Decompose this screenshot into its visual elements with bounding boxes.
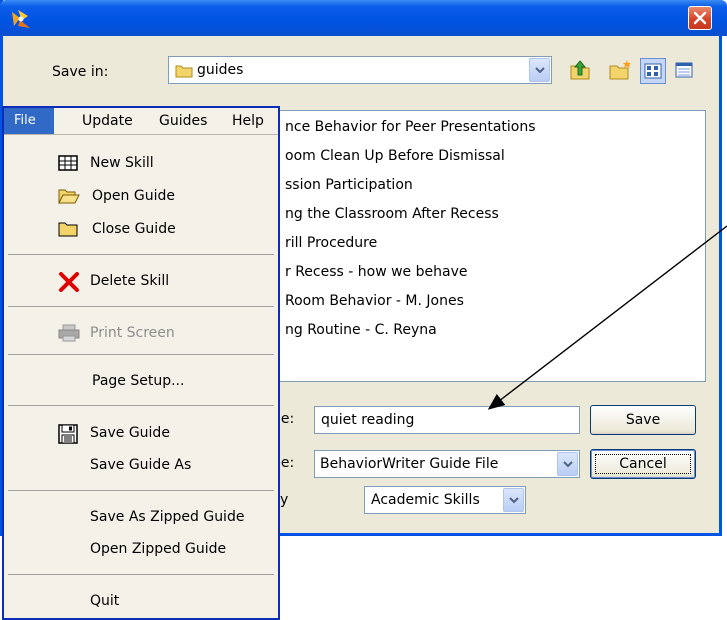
close-button[interactable] (688, 6, 712, 30)
list-item[interactable]: oom Clean Up Before Dismissal (285, 148, 505, 164)
menu-item-save-guide-as[interactable]: Save Guide As (4, 450, 278, 482)
menu-bar: File Update Guides Help (4, 108, 278, 135)
menu-item-open-zipped-guide[interactable]: Open Zipped Guide (4, 534, 278, 566)
red-x-icon (58, 272, 80, 296)
title-bar[interactable] (0, 0, 727, 36)
menu-item-label: Save Guide (90, 425, 170, 441)
list-item[interactable]: nce Behavior for Peer Presentations (285, 119, 536, 135)
list-item[interactable]: ssion Participation (285, 177, 413, 193)
menu-item-print-screen: Print Screen (4, 318, 278, 350)
menu-item-label: Save As Zipped Guide (90, 509, 245, 525)
new-folder-icon[interactable] (608, 58, 632, 82)
menu-item-label: Save Guide As (90, 457, 192, 473)
file-name-field[interactable]: quiet reading (314, 406, 580, 434)
menu-item-label: Open Guide (92, 188, 175, 204)
menu-update[interactable]: Update (82, 113, 133, 129)
category-value: Academic Skills (371, 492, 480, 508)
folder-icon (58, 220, 80, 242)
menu-guides[interactable]: Guides (159, 113, 207, 129)
menu-file-label: File (14, 113, 36, 128)
menu-item-save-as-zipped-guide[interactable]: Save As Zipped Guide (4, 502, 278, 534)
menu-item-page-setup[interactable]: Page Setup... (4, 366, 278, 398)
menu-separator (8, 490, 274, 491)
menu-separator (8, 354, 274, 355)
menu-help[interactable]: Help (232, 113, 264, 129)
open-folder-icon (58, 187, 80, 209)
menu-item-label: Print Screen (90, 325, 175, 341)
file-menu: File Update Guides Help New Skill Open G… (2, 106, 280, 620)
save-in-value: guides (197, 62, 244, 78)
menu-separator (8, 405, 274, 406)
menu-separator (8, 574, 274, 575)
cancel-label: Cancel (619, 456, 667, 472)
up-folder-icon[interactable] (568, 58, 592, 82)
list-item[interactable]: rill Procedure (285, 235, 377, 251)
list-view-icon[interactable] (640, 58, 666, 84)
list-item[interactable]: r Recess - how we behave (285, 264, 467, 280)
save-in-label: Save in: (52, 64, 109, 80)
menu-item-close-guide[interactable]: Close Guide (4, 214, 278, 246)
menu-separator (8, 254, 274, 255)
file-type-dropdown[interactable]: BehaviorWriter Guide File (314, 450, 580, 478)
chevron-down-icon[interactable] (557, 452, 578, 476)
list-item[interactable]: ng the Classroom After Recess (285, 206, 499, 222)
chevron-down-icon[interactable] (503, 488, 524, 512)
menu-item-label: Close Guide (92, 221, 176, 237)
category-dropdown[interactable]: Academic Skills (364, 486, 526, 514)
menu-item-new-skill[interactable]: New Skill (4, 148, 278, 180)
menu-separator (8, 306, 274, 307)
file-type-value: BehaviorWriter Guide File (320, 456, 499, 472)
table-icon (58, 154, 78, 176)
save-button[interactable]: Save (590, 405, 696, 435)
printer-icon (58, 324, 80, 346)
menu-item-open-guide[interactable]: Open Guide (4, 181, 278, 213)
menu-file[interactable]: File (4, 108, 54, 134)
cancel-button[interactable]: Cancel (590, 449, 696, 479)
menu-item-quit[interactable]: Quit (4, 586, 278, 618)
app-icon (10, 8, 32, 30)
list-item[interactable]: ng Routine - C. Reyna (285, 322, 437, 338)
close-icon (693, 11, 707, 25)
menu-item-label: Open Zipped Guide (90, 541, 227, 557)
menu-item-label: Quit (90, 593, 120, 609)
floppy-disk-icon (58, 424, 78, 448)
menu-item-save-guide[interactable]: Save Guide (4, 418, 278, 450)
save-in-dropdown[interactable]: guides (168, 56, 552, 84)
file-name-value: quiet reading (321, 412, 415, 428)
details-view-icon[interactable] (672, 58, 698, 84)
menu-item-label: Delete Skill (90, 273, 170, 289)
chevron-down-icon[interactable] (529, 58, 550, 82)
list-item[interactable]: Room Behavior - M. Jones (285, 293, 464, 309)
menu-item-delete-skill[interactable]: Delete Skill (4, 266, 278, 298)
category-label: y (280, 492, 289, 508)
menu-item-label: New Skill (90, 155, 154, 171)
menu-item-label: Page Setup... (92, 373, 185, 389)
folder-icon (175, 65, 193, 78)
